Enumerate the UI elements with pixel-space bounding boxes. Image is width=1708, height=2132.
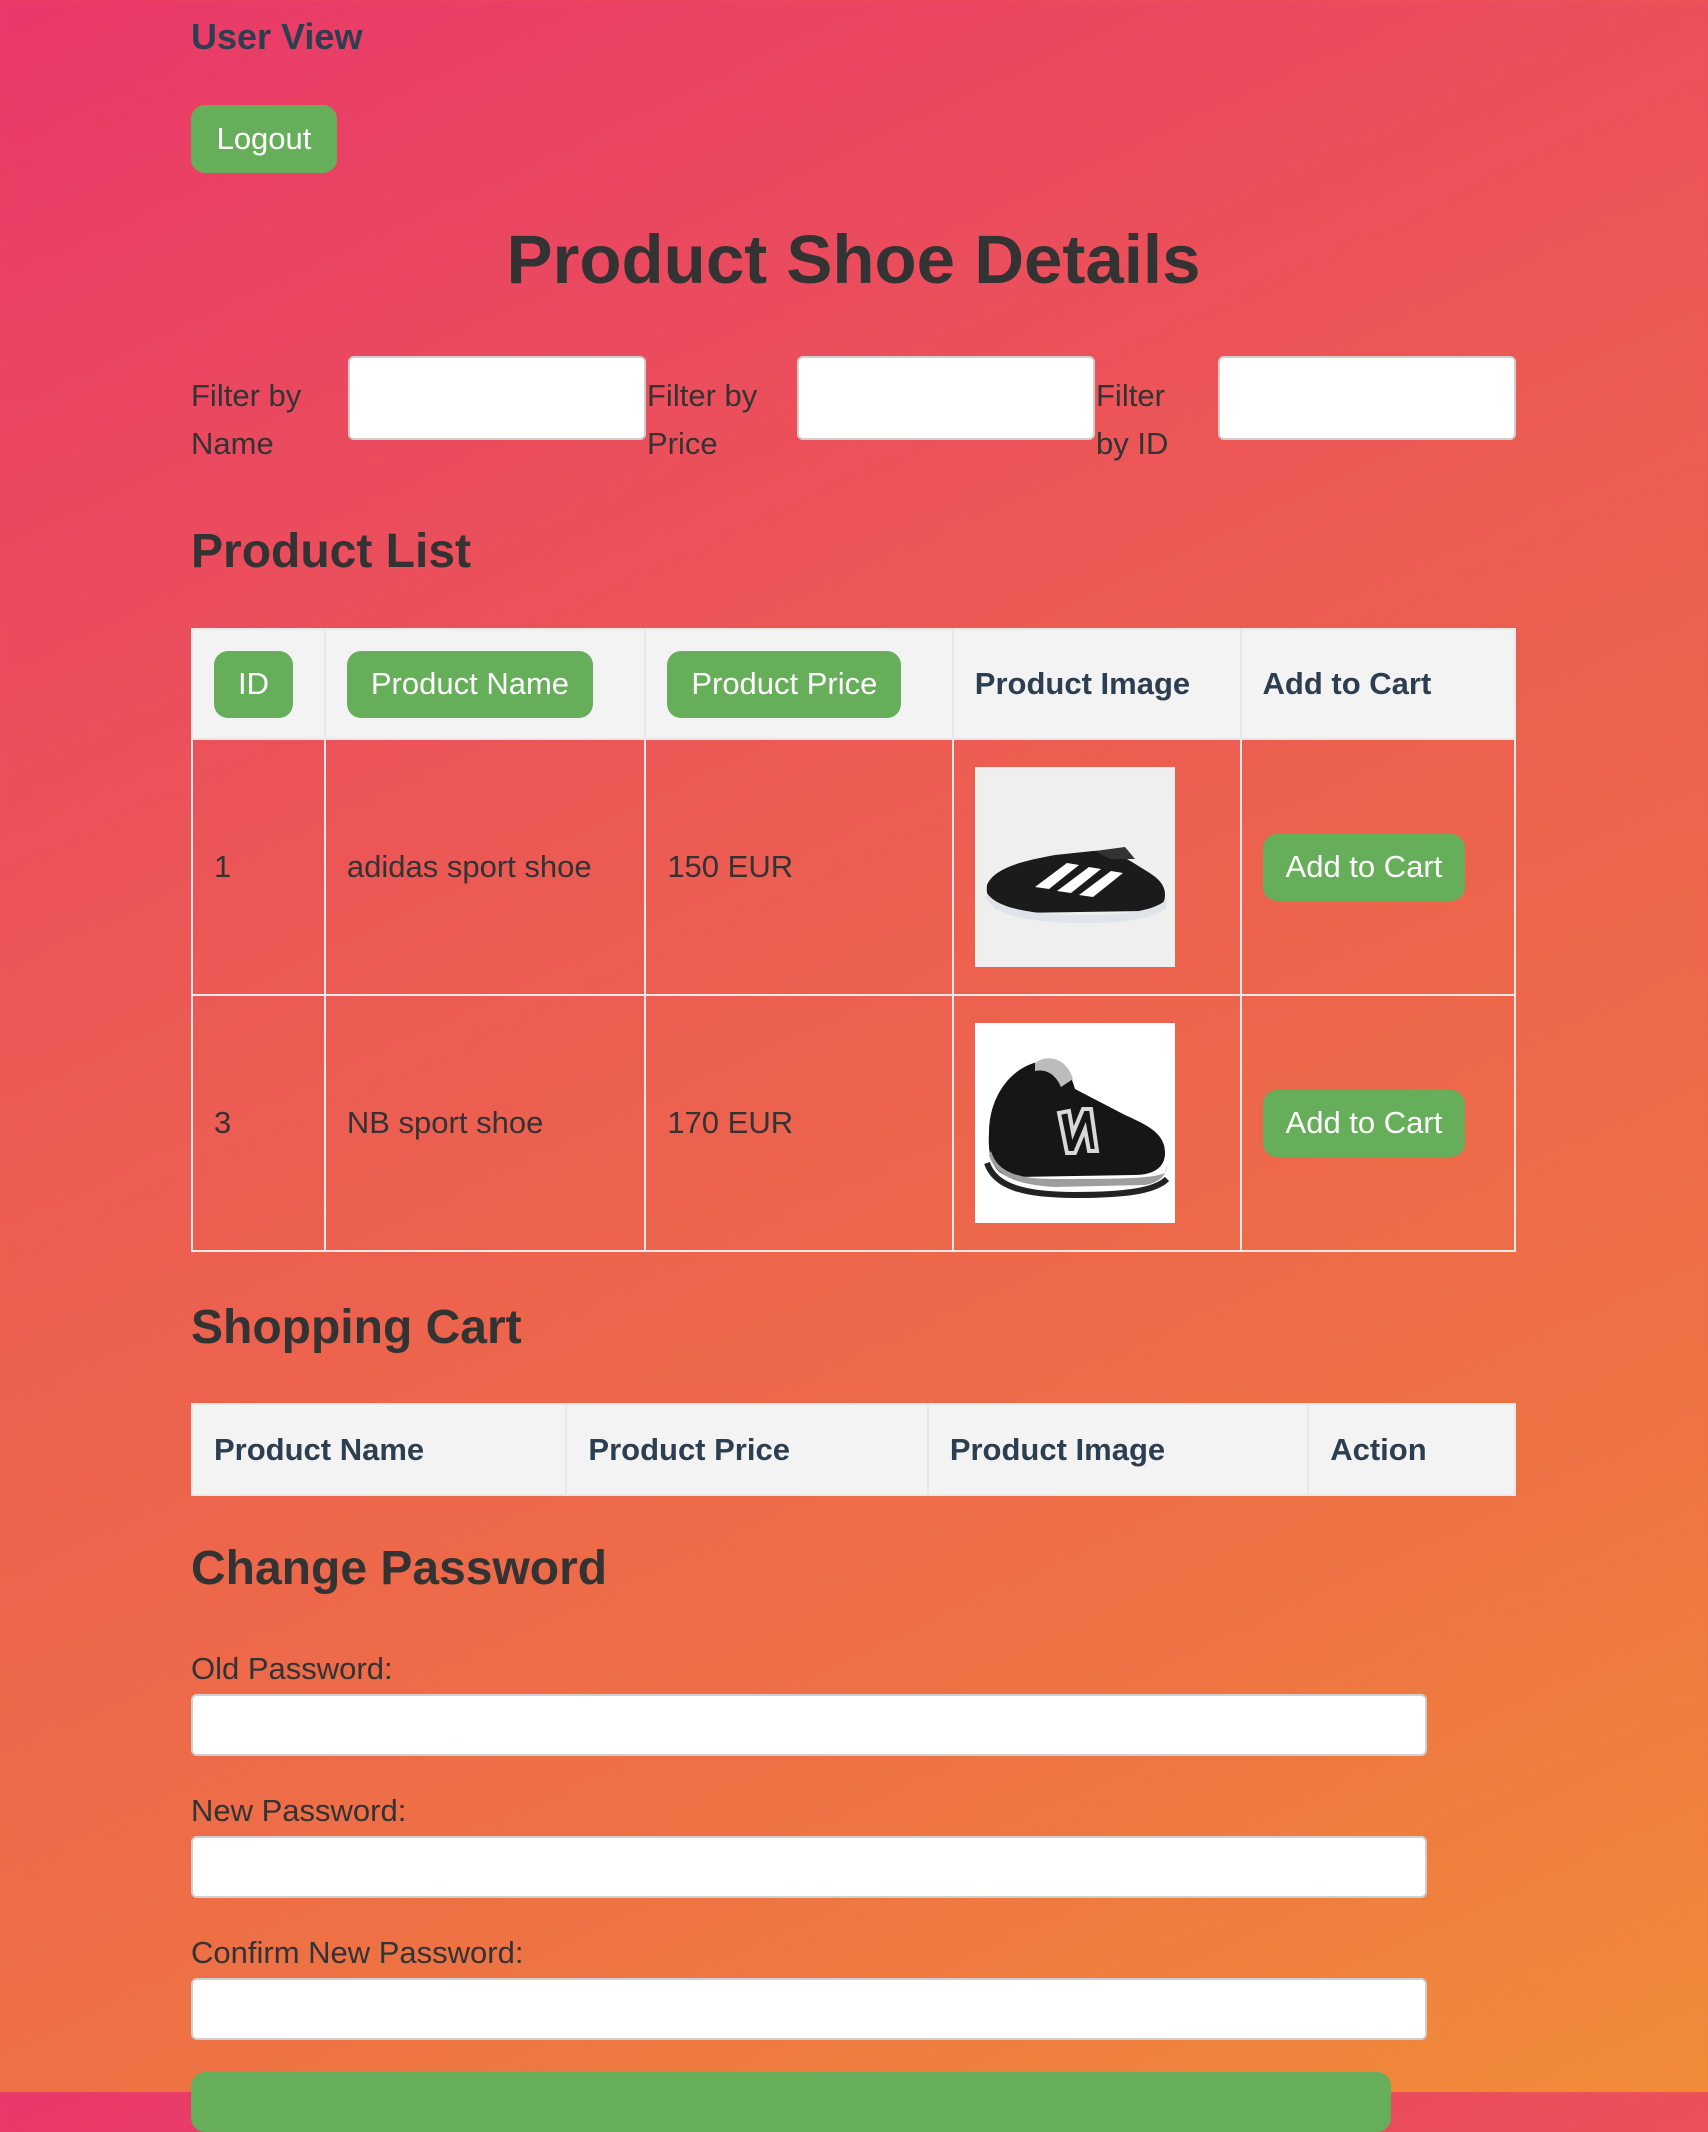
cart-col-name: Product Name	[190, 1403, 568, 1496]
product-name: adidas sport shoe	[323, 738, 647, 996]
cart-col-price: Product Price	[565, 1403, 929, 1496]
product-id: 1	[191, 738, 326, 996]
cart-table: Product Name Product Price Product Image…	[190, 1403, 1516, 1496]
add-to-cart-cell: Add to Cart	[1239, 994, 1517, 1252]
product-name: NB sport shoe	[323, 994, 647, 1252]
product-list-heading: Product List	[191, 525, 472, 578]
new-password-input[interactable]	[191, 1836, 1427, 1898]
logout-button[interactable]: Logout	[191, 105, 337, 173]
nb-shoe-image	[974, 1023, 1175, 1223]
sort-id-button[interactable]: ID	[214, 650, 293, 718]
col-id: ID	[191, 628, 326, 740]
product-table: ID Product Name Product Price Product Im…	[191, 628, 1517, 1252]
add-to-cart-cell: Add to Cart	[1239, 738, 1517, 996]
col-name: Product Name	[323, 628, 647, 740]
col-price: Product Price	[644, 628, 954, 740]
col-image: Product Image	[951, 628, 1242, 740]
change-password-heading: Change Password	[191, 1542, 608, 1595]
sort-name-button[interactable]: Product Name	[346, 650, 594, 718]
filter-name-label: Filter by Name	[191, 378, 302, 461]
change-password-button[interactable]	[191, 2072, 1391, 2132]
filter-name-input[interactable]	[348, 356, 646, 440]
product-image-cell	[951, 738, 1242, 996]
filter-price-label: Filter by Price	[647, 378, 758, 461]
product-id: 3	[191, 994, 326, 1252]
cart-col-image: Product Image	[926, 1403, 1310, 1496]
confirm-password-input[interactable]	[191, 1978, 1427, 2040]
cart-table-header: Product Name Product Price Product Image…	[190, 1403, 1516, 1496]
adidas-shoe-image	[974, 767, 1175, 967]
col-add-to-cart: Add to Cart	[1239, 628, 1517, 740]
shopping-cart-heading: Shopping Cart	[191, 1301, 522, 1354]
old-password-label: Old Password:	[191, 1651, 393, 1686]
table-row: 1 adidas sport shoe 150 EUR Add to Cart	[191, 738, 1517, 996]
product-price: 150 EUR	[644, 738, 954, 996]
filter-id-label: Filter by ID	[1096, 378, 1169, 461]
confirm-password-label: Confirm New Password:	[191, 1935, 524, 1970]
filter-id-input[interactable]	[1218, 356, 1516, 440]
sort-price-button[interactable]: Product Price	[667, 650, 902, 718]
filter-price-input[interactable]	[797, 356, 1095, 440]
product-price: 170 EUR	[644, 994, 954, 1252]
new-password-label: New Password:	[191, 1793, 407, 1828]
cart-col-action: Action	[1307, 1403, 1516, 1496]
table-row: 3 NB sport shoe 170 EUR Add to Cart	[191, 994, 1517, 1252]
add-to-cart-button[interactable]: Add to Cart	[1262, 1089, 1466, 1157]
old-password-input[interactable]	[191, 1694, 1427, 1756]
product-table-header: ID Product Name Product Price Product Im…	[191, 628, 1517, 740]
product-image-cell	[951, 994, 1242, 1252]
page-title: Product Shoe Details	[506, 221, 1201, 298]
add-to-cart-button[interactable]: Add to Cart	[1262, 833, 1466, 901]
user-view-title: User View	[191, 16, 363, 57]
